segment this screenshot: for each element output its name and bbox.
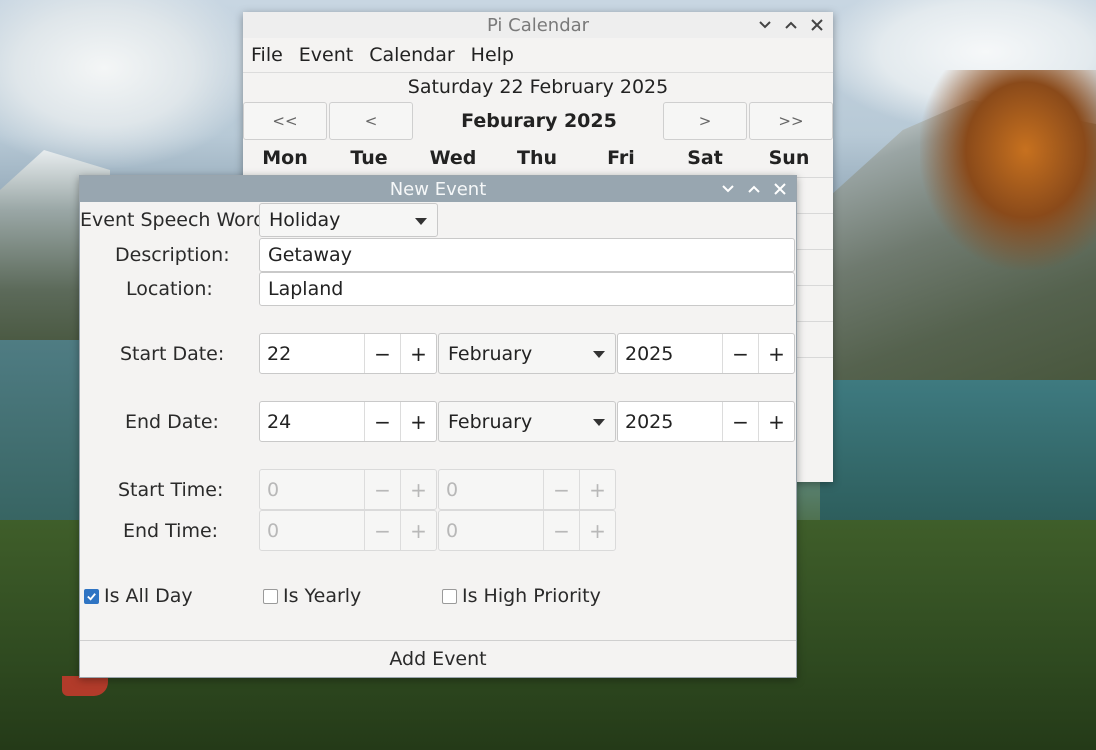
last-month-button[interactable]: >> xyxy=(749,102,833,140)
end-minute-decrement: − xyxy=(543,511,579,550)
speech-word-label: Event Speech Word: xyxy=(80,209,272,231)
start-minute-increment: + xyxy=(579,470,615,509)
menu-help[interactable]: Help xyxy=(471,44,514,66)
end-year-value[interactable]: 2025 xyxy=(618,402,722,441)
end-year-decrement[interactable]: − xyxy=(722,402,758,441)
maximize-icon[interactable] xyxy=(781,15,801,35)
end-month-value: February xyxy=(448,410,533,433)
dialog-title: New Event xyxy=(389,178,487,200)
dropdown-arrow-icon xyxy=(593,419,605,426)
maximize-icon[interactable] xyxy=(744,179,764,199)
end-hour-decrement: − xyxy=(364,511,400,550)
start-month-dropdown[interactable]: February xyxy=(438,333,616,374)
first-month-button[interactable]: << xyxy=(243,102,327,140)
end-minute-spinner: 0 − + xyxy=(438,510,616,551)
end-minute-value: 0 xyxy=(446,519,459,542)
start-year-spinner[interactable]: 2025 − + xyxy=(617,333,795,374)
speech-word-value: Holiday xyxy=(269,209,341,231)
high-priority-checkbox[interactable]: Is High Priority xyxy=(442,585,601,607)
start-year-value[interactable]: 2025 xyxy=(618,334,722,373)
start-day-spinner[interactable]: 22 − + xyxy=(259,333,437,374)
checkbox-unchecked-icon[interactable] xyxy=(263,588,278,604)
dropdown-arrow-icon xyxy=(415,218,427,225)
end-year-increment[interactable]: + xyxy=(758,402,794,441)
dialog-titlebar[interactable]: New Event xyxy=(80,176,796,202)
close-icon[interactable] xyxy=(807,15,827,35)
weekday-mon: Mon xyxy=(262,147,308,169)
end-minute-increment: + xyxy=(579,511,615,550)
end-year-spinner[interactable]: 2025 − + xyxy=(617,401,795,442)
location-input[interactable]: Lapland xyxy=(259,272,795,306)
current-date: Saturday 22 February 2025 xyxy=(407,76,669,98)
wallpaper-cloud xyxy=(820,0,1096,130)
dropdown-arrow-icon xyxy=(593,351,605,358)
end-hour-increment: + xyxy=(400,511,436,550)
start-day-increment[interactable]: + xyxy=(400,334,436,373)
minimize-icon[interactable] xyxy=(755,15,775,35)
end-day-value[interactable]: 24 xyxy=(260,402,364,441)
start-date-label: Start Date: xyxy=(120,343,225,365)
yearly-checkbox[interactable]: Is Yearly xyxy=(263,585,361,607)
menu-calendar[interactable]: Calendar xyxy=(369,44,454,66)
location-label: Location: xyxy=(126,278,213,300)
month-nav: << < Feburary 2025 > >> xyxy=(243,102,833,140)
end-day-increment[interactable]: + xyxy=(400,402,436,441)
start-year-increment[interactable]: + xyxy=(758,334,794,373)
checkbox-checked-icon[interactable] xyxy=(84,588,99,604)
wallpaper-cloud xyxy=(0,0,260,170)
end-day-decrement[interactable]: − xyxy=(364,402,400,441)
start-hour-spinner: 0 − + xyxy=(259,469,437,510)
new-event-dialog: New Event Event Speech Word: Holiday Des… xyxy=(79,175,797,678)
end-hour-spinner: 0 − + xyxy=(259,510,437,551)
end-hour-value: 0 xyxy=(267,519,280,542)
start-day-value[interactable]: 22 xyxy=(260,334,364,373)
start-year-decrement[interactable]: − xyxy=(722,334,758,373)
end-date-label: End Date: xyxy=(125,411,219,433)
start-time-label: Start Time: xyxy=(118,479,224,501)
wallpaper-tree xyxy=(920,70,1096,270)
checkbox-unchecked-icon[interactable] xyxy=(442,588,457,604)
weekday-thu: Thu xyxy=(516,147,557,169)
weekday-header: Mon Tue Wed Thu Fri Sat Sun xyxy=(243,140,833,176)
close-icon[interactable] xyxy=(770,179,790,199)
yearly-label: Is Yearly xyxy=(283,585,362,607)
start-hour-decrement: − xyxy=(364,470,400,509)
all-day-checkbox[interactable]: Is All Day xyxy=(84,585,193,607)
end-day-spinner[interactable]: 24 − + xyxy=(259,401,437,442)
weekday-wed: Wed xyxy=(429,147,477,169)
wallpaper-lake xyxy=(820,380,1096,530)
start-month-value: February xyxy=(448,342,533,365)
menu-event[interactable]: Event xyxy=(299,44,353,66)
month-label: Feburary 2025 xyxy=(461,110,617,132)
next-month-button[interactable]: > xyxy=(663,102,747,140)
wallpaper-boat xyxy=(62,676,108,696)
weekday-sat: Sat xyxy=(687,147,723,169)
start-day-decrement[interactable]: − xyxy=(364,334,400,373)
weekday-sun: Sun xyxy=(768,147,810,169)
add-event-button[interactable]: Add Event xyxy=(80,640,796,676)
description-input[interactable]: Getaway xyxy=(259,238,795,272)
end-month-dropdown[interactable]: February xyxy=(438,401,616,442)
end-time-label: End Time: xyxy=(123,520,219,542)
start-hour-value: 0 xyxy=(267,478,280,501)
all-day-label: Is All Day xyxy=(104,585,193,607)
weekday-tue: Tue xyxy=(350,147,388,169)
prev-month-button[interactable]: < xyxy=(329,102,413,140)
start-minute-value: 0 xyxy=(446,478,459,501)
calendar-window-title: Pi Calendar xyxy=(486,14,590,36)
wallpaper-mountain xyxy=(820,100,1096,400)
start-minute-decrement: − xyxy=(543,470,579,509)
start-hour-increment: + xyxy=(400,470,436,509)
description-label: Description: xyxy=(115,244,230,266)
speech-word-dropdown[interactable]: Holiday xyxy=(259,203,438,237)
start-minute-spinner: 0 − + xyxy=(438,469,616,510)
minimize-icon[interactable] xyxy=(718,179,738,199)
calendar-titlebar[interactable]: Pi Calendar xyxy=(243,12,833,38)
high-priority-label: Is High Priority xyxy=(462,585,601,607)
menu-bar: File Event Calendar Help xyxy=(243,38,833,73)
menu-file[interactable]: File xyxy=(251,44,283,66)
weekday-fri: Fri xyxy=(607,147,635,169)
